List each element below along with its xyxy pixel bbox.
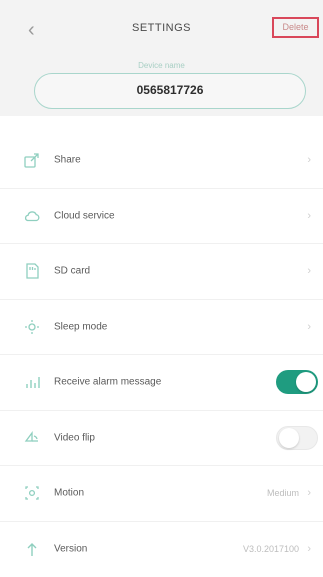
sd-card-icon xyxy=(23,262,41,280)
settings-row-label: SD card xyxy=(54,266,90,277)
version-icon xyxy=(23,540,41,558)
share-icon xyxy=(23,151,41,169)
motion-value: Medium xyxy=(267,488,299,498)
chevron-right-icon: › xyxy=(307,210,311,222)
sleep-icon xyxy=(23,318,41,336)
settings-row-label: Video flip xyxy=(54,432,95,443)
settings-list: Share › Cloud service › SD card › Slee xyxy=(0,133,323,577)
chevron-right-icon: › xyxy=(307,487,311,499)
settings-header: ‹ SETTINGS Delete Device name 0565817726 xyxy=(0,0,323,116)
toggle-knob xyxy=(296,372,316,392)
chevron-right-icon: › xyxy=(307,265,311,277)
flip-icon xyxy=(23,429,41,447)
chevron-right-icon: › xyxy=(307,154,311,166)
settings-row-receive-alarm: Receive alarm message xyxy=(0,355,323,411)
video-flip-toggle[interactable] xyxy=(276,426,318,450)
alarm-icon xyxy=(23,373,41,391)
settings-row-label: Sleep mode xyxy=(54,321,107,332)
settings-row-share[interactable]: Share › xyxy=(0,133,323,189)
settings-row-version[interactable]: Version V3.0.2017100 › xyxy=(0,522,323,577)
chevron-right-icon: › xyxy=(307,321,311,333)
version-value: V3.0.2017100 xyxy=(243,544,299,554)
settings-row-label: Share xyxy=(54,155,81,166)
settings-row-cloud-service[interactable]: Cloud service › xyxy=(0,189,323,245)
settings-row-sleep-mode[interactable]: Sleep mode › xyxy=(0,300,323,356)
settings-row-label: Receive alarm message xyxy=(54,377,161,388)
alarm-toggle[interactable] xyxy=(276,370,318,394)
chevron-right-icon: › xyxy=(307,543,311,555)
settings-row-label: Cloud service xyxy=(54,210,115,221)
cloud-icon xyxy=(23,207,41,225)
toggle-knob xyxy=(279,428,299,448)
settings-row-label: Version xyxy=(54,544,87,555)
delete-button[interactable]: Delete xyxy=(272,17,319,38)
motion-icon xyxy=(23,484,41,502)
settings-row-sd-card[interactable]: SD card › xyxy=(0,244,323,300)
settings-row-label: Motion xyxy=(54,488,84,499)
device-name-label: Device name xyxy=(0,61,323,70)
device-name-field[interactable]: 0565817726 xyxy=(34,73,306,109)
settings-row-motion[interactable]: Motion Medium › xyxy=(0,466,323,522)
settings-row-video-flip: Video flip xyxy=(0,411,323,467)
